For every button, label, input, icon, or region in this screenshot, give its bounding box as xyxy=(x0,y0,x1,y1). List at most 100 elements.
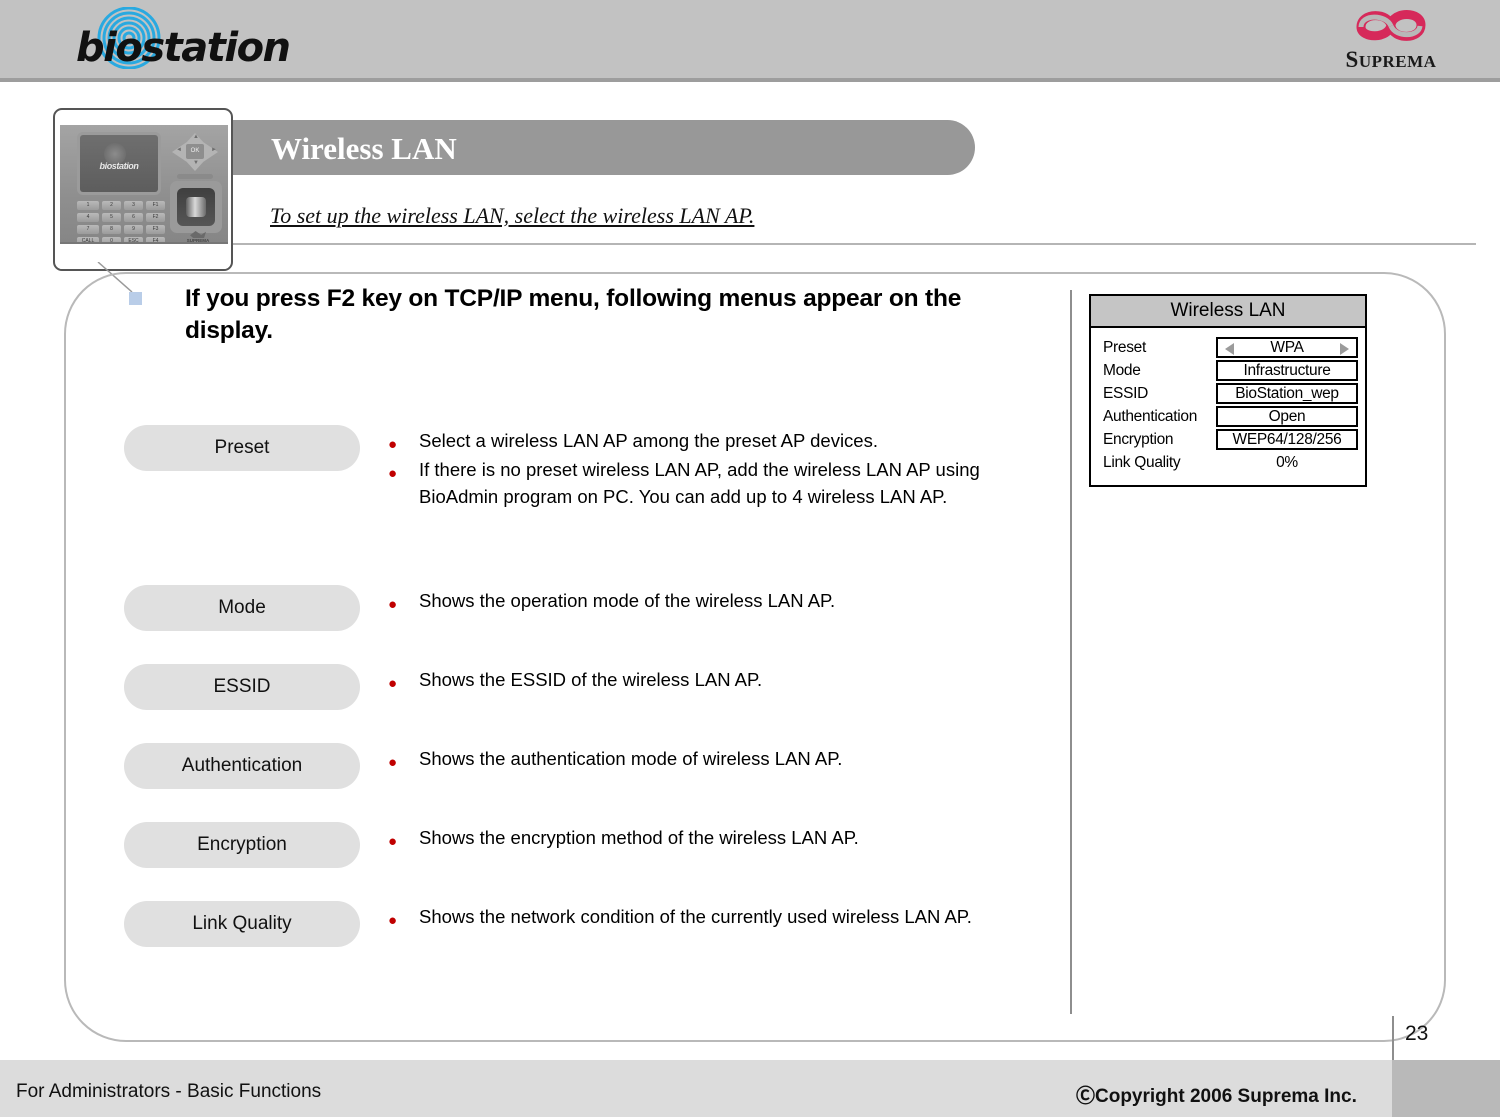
lcd-row-label: ESSID xyxy=(1103,384,1149,402)
feature-row-mode: Mode ● Shows the operation mode of the w… xyxy=(124,584,1054,631)
bullet-text: Shows the authentication mode of wireles… xyxy=(419,747,843,769)
keypad-key: F3 xyxy=(146,225,165,234)
lcd-row-label: Authentication xyxy=(1103,407,1198,425)
feature-pill-label: Authentication xyxy=(181,754,303,776)
lcd-row-label: Link Quality xyxy=(1103,453,1181,471)
bullet-item: ● If there is no preset wireless LAN AP,… xyxy=(388,457,1054,510)
slide-subtitle: To set up the wireless LAN, select the w… xyxy=(270,203,755,228)
lcd-screen-mockup: Wireless LAN Preset WPA Mode Infrastruct… xyxy=(1089,294,1367,487)
header-rule xyxy=(0,78,1500,82)
keypad-row: 1 2 3 F1 xyxy=(77,201,168,210)
keypad-key: 2 xyxy=(102,201,121,210)
lcd-row-value-encryption[interactable]: WEP64/128/256 xyxy=(1216,429,1358,450)
feature-bullets: ● Shows the network condition of the cur… xyxy=(388,901,1054,933)
bullet-item: ● Shows the network condition of the cur… xyxy=(388,904,1054,930)
keypad-key: 1 xyxy=(77,201,99,210)
dpad-ok-key: OK xyxy=(186,144,204,159)
footer-left-text: For Administrators - Basic Functions xyxy=(16,1081,322,1102)
suprema-logo: SUPREMA xyxy=(1316,5,1466,75)
biostation-device-image: biostation ▲ ▼ ◄ ► OK 1 2 3 F1 4 5 6 F2 … xyxy=(53,108,233,271)
slide-title-banner: Wireless LAN xyxy=(233,120,975,175)
dpad-up-icon: ▲ xyxy=(193,134,199,140)
bullet-text: Shows the network condition of the curre… xyxy=(419,905,972,927)
dpad-right-icon: ► xyxy=(211,147,217,153)
lcd-title: Wireless LAN xyxy=(1170,300,1286,321)
bullet-item: ● Shows the encryption method of the wir… xyxy=(388,825,1054,851)
header-separator xyxy=(233,243,1476,245)
feature-pill-encryption[interactable]: Encryption xyxy=(124,821,360,868)
feature-pill-essid[interactable]: ESSID xyxy=(124,663,360,710)
feature-bullets: ● Shows the ESSID of the wireless LAN AP… xyxy=(388,664,1054,696)
feature-pill-label: ESSID xyxy=(213,675,271,697)
footer-copyright: ⒸCopyright 2006 Suprema Inc. xyxy=(1076,1086,1357,1107)
lcd-row-value-preset[interactable]: WPA xyxy=(1216,337,1358,358)
page-number: 23 xyxy=(1405,1022,1429,1045)
lcd-row-value-authentication[interactable]: Open xyxy=(1216,406,1358,427)
lcd-row-authentication: Authentication Open xyxy=(1091,405,1365,428)
keypad-key: 5 xyxy=(102,213,121,222)
feature-pill-authentication[interactable]: Authentication xyxy=(124,742,360,789)
keypad-key: F1 xyxy=(146,201,165,210)
lcd-row-label: Preset xyxy=(1103,338,1146,356)
bullet-text: Shows the ESSID of the wireless LAN AP. xyxy=(419,668,763,690)
bullet-dot-icon: ● xyxy=(388,753,398,771)
lcd-title-bar: Wireless LAN xyxy=(1091,296,1365,328)
feature-pill-label: Preset xyxy=(214,437,270,458)
lcd-row-preset: Preset WPA xyxy=(1091,336,1365,359)
bullet-dot-icon: ● xyxy=(388,674,398,692)
fingerprint-sensor-surface xyxy=(186,197,206,217)
device-speaker-bar xyxy=(177,174,213,179)
bullet-dot-icon: ● xyxy=(388,436,398,453)
feature-row-link-quality: Link Quality ● Shows the network conditi… xyxy=(124,900,1054,947)
lcd-row-essid: ESSID BioStation_wep xyxy=(1091,382,1365,405)
lcd-row-value-mode[interactable]: Infrastructure xyxy=(1216,360,1358,381)
page-number-rule xyxy=(1392,1016,1394,1060)
lcd-row-encryption: Encryption WEP64/128/256 xyxy=(1091,428,1365,451)
content-vertical-divider xyxy=(1070,290,1072,1014)
lcd-menu-list: Preset WPA Mode Infrastructure ESSID Bio… xyxy=(1091,328,1365,474)
device-screen-label: biostation xyxy=(99,161,139,171)
suprema-initial: S xyxy=(1345,47,1359,72)
lcd-row-label: Mode xyxy=(1103,361,1141,379)
page-title: Wireless LAN xyxy=(271,131,457,166)
bullet-item: ● Shows the operation mode of the wirele… xyxy=(388,588,1054,614)
lcd-value-text: WPA xyxy=(1270,338,1304,356)
feature-pill-label: Mode xyxy=(218,596,266,618)
keypad-key: 4 xyxy=(77,213,99,222)
bullet-dot-icon: ● xyxy=(388,832,398,850)
keypad-row: 4 5 6 F2 xyxy=(77,213,168,222)
keypad-key: F2 xyxy=(146,213,165,222)
bullet-text: Shows the operation mode of the wireless… xyxy=(419,589,836,611)
feature-row-authentication: Authentication ● Shows the authenticatio… xyxy=(124,742,1054,789)
slide-page: biostation SUPREMA biostation ▲ ▼ ◄ ► OK xyxy=(0,0,1500,1117)
bullet-text: Select a wireless LAN AP among the prese… xyxy=(419,430,878,451)
lcd-row-label: Encryption xyxy=(1103,430,1174,448)
keypad-row: 7 8 9 F3 xyxy=(77,225,168,234)
bullet-dot-icon: ● xyxy=(388,595,398,613)
infinity-icon xyxy=(1356,10,1426,41)
square-bullet-icon xyxy=(129,292,142,305)
feature-pill-label: Link Quality xyxy=(192,912,292,934)
lead-bullet-text: If you press F2 key on TCP/IP menu, foll… xyxy=(185,285,962,345)
keypad-key: 3 xyxy=(124,201,143,210)
feature-bullets: ● Shows the encryption method of the wir… xyxy=(388,822,1054,854)
feature-rows: Preset ● Select a wireless LAN AP among … xyxy=(124,425,1054,947)
chevron-right-icon[interactable] xyxy=(1340,343,1349,355)
chevron-left-icon[interactable] xyxy=(1225,343,1234,355)
feature-pill-link-quality[interactable]: Link Quality xyxy=(124,900,360,947)
bullet-dot-icon: ● xyxy=(388,465,398,483)
feature-bullets: ● Select a wireless LAN AP among the pre… xyxy=(388,425,1054,513)
feature-pill-label: Encryption xyxy=(197,833,287,855)
feature-row-essid: ESSID ● Shows the ESSID of the wireless … xyxy=(124,663,1054,710)
suprema-wordmark: SUPREMA xyxy=(1316,47,1466,73)
bullet-item: ● Select a wireless LAN AP among the pre… xyxy=(388,428,1054,454)
feature-pill-mode[interactable]: Mode xyxy=(124,584,360,631)
lcd-row-value-essid[interactable]: BioStation_wep xyxy=(1216,383,1358,404)
feature-row-preset: Preset ● Select a wireless LAN AP among … xyxy=(124,425,1054,513)
keypad-key: 7 xyxy=(77,225,99,234)
dpad-left-icon: ◄ xyxy=(176,147,182,153)
keypad-key: 9 xyxy=(124,225,143,234)
bullet-item: ● Shows the ESSID of the wireless LAN AP… xyxy=(388,667,1054,693)
lcd-row-value-link-quality: 0% xyxy=(1276,453,1298,471)
feature-pill-preset[interactable]: Preset xyxy=(124,425,360,471)
